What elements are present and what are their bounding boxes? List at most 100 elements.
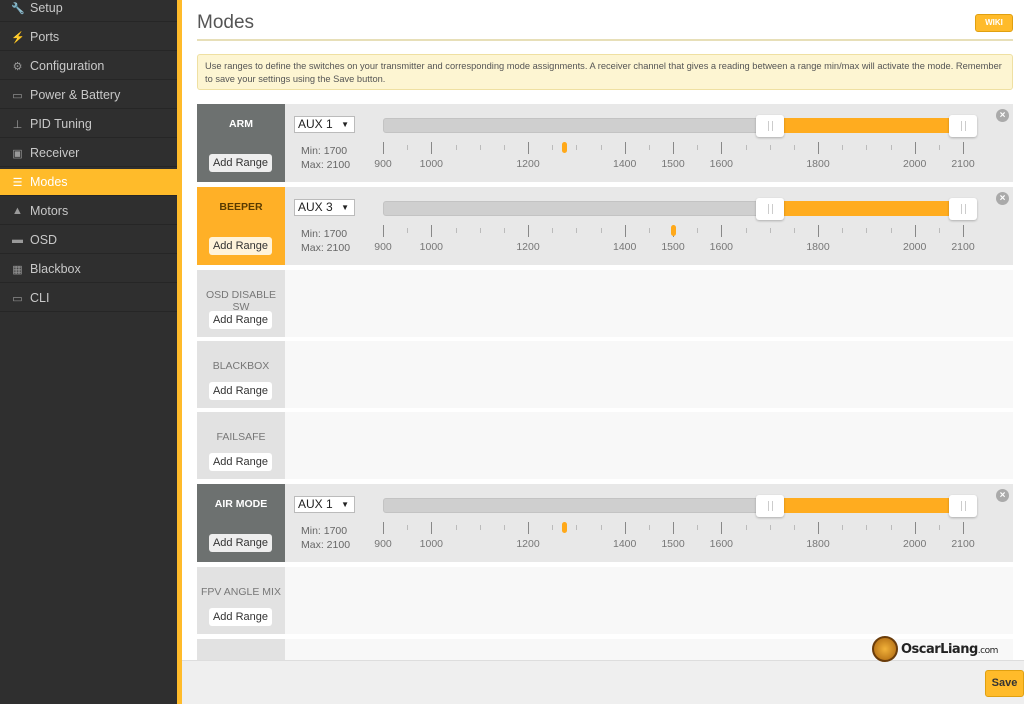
battery-icon: ▭ (12, 89, 23, 102)
remove-range-icon[interactable]: × (996, 192, 1009, 205)
major-tick (431, 142, 433, 154)
major-tick (818, 142, 819, 154)
minor-tick (938, 525, 940, 530)
tick-label: 1000 (419, 538, 444, 550)
mode-name: FPV ANGLE MIX (201, 586, 281, 598)
minor-tick (866, 525, 868, 530)
mode-row-failsafe: FAILSAFE Add Range (197, 412, 1013, 479)
minor-tick (455, 525, 457, 530)
minor-tick (455, 145, 457, 150)
cli-icon: ▭ (12, 292, 23, 305)
minor-tick (769, 145, 771, 150)
range-min-handle[interactable] (755, 495, 784, 517)
minor-tick (552, 525, 554, 530)
minor-tick (407, 525, 409, 530)
tick-label: 1000 (419, 241, 444, 253)
page-title: Modes (197, 12, 255, 33)
logo-badge-icon (872, 636, 898, 662)
range-max-handle[interactable] (949, 495, 977, 517)
range-max: Max: 2100 (301, 539, 351, 551)
major-tick (383, 142, 384, 154)
wiki-button[interactable]: WIKI (975, 14, 1013, 32)
add-range-button[interactable]: Add Range (209, 382, 272, 400)
range-max: Max: 2100 (301, 159, 351, 171)
minor-tick (890, 145, 892, 150)
minor-tick (648, 525, 650, 530)
receiver-icon: ▣ (12, 147, 23, 160)
remove-range-icon[interactable]: × (996, 109, 1009, 122)
channel-select[interactable]: AUX 1 ▼ (294, 116, 355, 133)
tick-label: 900 (374, 158, 392, 170)
mode-row-arm: ARM Add Range AUX 1 ▼ Min: 1700 Max: 2100 900 1… (197, 104, 1013, 182)
bottom-bar (182, 660, 1024, 704)
tick-label: 2100 (951, 241, 975, 253)
sidebar-item-pid-tuning[interactable]: ⊥ PID Tuning (0, 111, 177, 138)
minor-tick (745, 145, 747, 150)
sidebar-item-modes[interactable]: ☰ Modes (0, 169, 177, 196)
channel-select[interactable]: AUX 1 ▼ (294, 496, 355, 513)
minor-tick (479, 525, 481, 530)
range-min: Min: 1700 (301, 525, 348, 537)
tick-label: 900 (374, 538, 392, 550)
sidebar-item-osd[interactable]: ▬ OSD (0, 227, 177, 254)
range-slider-fill (769, 201, 963, 216)
major-tick (528, 522, 529, 534)
tick-label: 1500 (661, 241, 685, 253)
minor-tick (648, 228, 650, 233)
mode-label-cell: FAILSAFE Add Range (197, 412, 285, 479)
minor-tick (938, 145, 940, 150)
title-divider (197, 39, 1013, 41)
range-min-max: Min: 1700 Max: 2100 (301, 144, 350, 172)
major-tick (624, 225, 626, 237)
sidebar-item-configuration[interactable]: ⚙ Configuration (0, 53, 177, 80)
remove-range-icon[interactable]: × (996, 489, 1009, 502)
sidebar-item-motors[interactable]: ▲ Motors (0, 198, 177, 225)
tick-label: 1400 (612, 241, 637, 253)
minor-tick (866, 228, 868, 233)
range-max: Max: 2100 (301, 242, 351, 254)
minor-tick (407, 145, 409, 150)
sidebar-item-label: Motors (30, 204, 69, 218)
add-range-button[interactable]: Add Range (209, 237, 272, 255)
add-range-button[interactable]: Add Range (209, 453, 272, 471)
tick-label: 1200 (516, 158, 540, 170)
major-tick (673, 522, 674, 534)
minor-tick (866, 145, 868, 150)
sidebar-item-blackbox[interactable]: ▦ Blackbox (0, 256, 177, 283)
tick-label: 1500 (661, 158, 685, 170)
tick-label: 1600 (709, 538, 734, 550)
minor-tick (890, 228, 892, 233)
channel-value-indicator (562, 142, 568, 153)
minor-tick (793, 145, 795, 150)
channel-select[interactable]: AUX 3 ▼ (294, 199, 355, 216)
sidebar-item-label: Power & Battery (30, 88, 121, 102)
channel-value-indicator (562, 522, 568, 533)
minor-tick (576, 228, 578, 233)
sidebar-item-cli[interactable]: ▭ CLI (0, 285, 177, 312)
channel-value: AUX 1 (298, 117, 333, 131)
range-min-handle[interactable] (755, 115, 784, 137)
major-tick (624, 522, 626, 534)
major-tick (528, 142, 529, 154)
save-button[interactable]: Save (985, 670, 1024, 697)
add-range-button[interactable]: Add Range (209, 534, 272, 552)
range-max-handle[interactable] (949, 115, 977, 137)
tick-label: 2100 (951, 538, 975, 550)
sidebar-item-power-battery[interactable]: ▭ Power & Battery (0, 82, 177, 109)
channel-value-indicator (671, 225, 676, 236)
add-range-button[interactable]: Add Range (209, 311, 272, 329)
sidebar-item-setup[interactable]: 🔧 Setup (0, 0, 177, 22)
add-range-button[interactable]: Add Range (209, 154, 272, 172)
major-tick (383, 225, 384, 237)
sidebar-item-label: Configuration (30, 59, 105, 73)
sidebar-item-receiver[interactable]: ▣ Receiver (0, 140, 177, 167)
mode-label-cell: FPV ANGLE MIX Add Range (197, 567, 285, 634)
minor-tick (503, 228, 505, 233)
range-min-handle[interactable] (755, 198, 784, 220)
minor-tick (793, 228, 795, 233)
range-max-handle[interactable] (949, 198, 977, 220)
mode-name: ARM (229, 118, 253, 130)
sidebar-item-ports[interactable]: ⚡ Ports (0, 24, 177, 51)
minor-tick (769, 525, 771, 530)
add-range-button[interactable]: Add Range (209, 608, 272, 626)
